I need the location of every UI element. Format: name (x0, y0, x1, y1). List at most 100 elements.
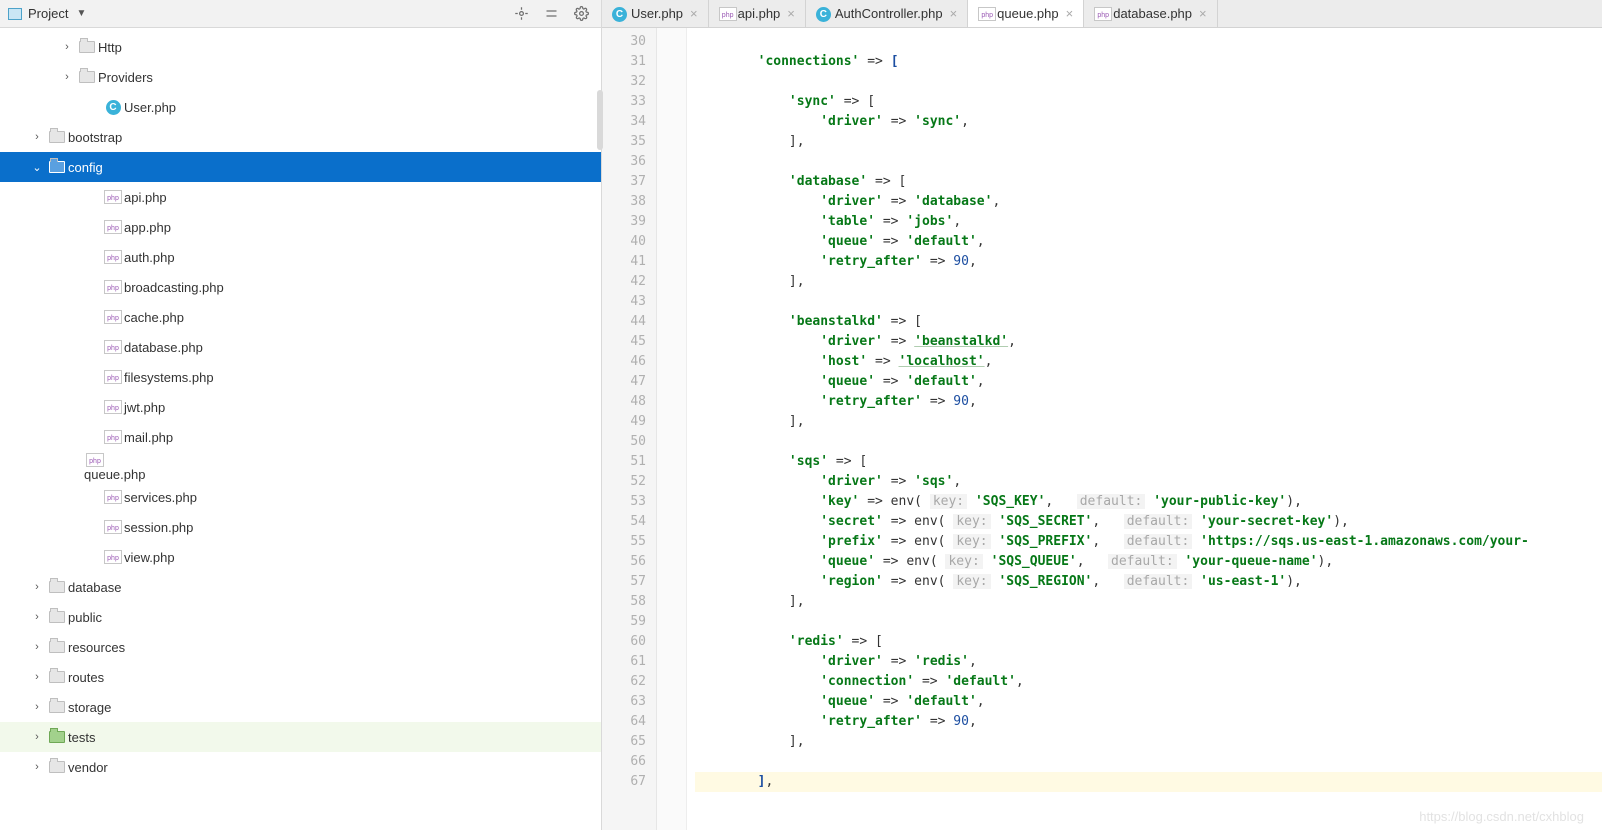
gear-icon[interactable] (569, 6, 593, 21)
code-line-56[interactable]: 'queue' => env( key: 'SQS_QUEUE', defaul… (695, 552, 1602, 572)
editor-tabs: CUser.php×phpapi.php×CAuthController.php… (602, 0, 1602, 28)
folder-icon (46, 611, 68, 623)
tree-item-config[interactable]: ⌄config (0, 152, 601, 182)
code-line-43[interactable] (695, 292, 1602, 312)
fold-gutter (657, 28, 687, 830)
expand-arrow-icon[interactable]: › (28, 731, 46, 743)
collapse-icon[interactable] (539, 6, 563, 21)
code-line-57[interactable]: 'region' => env( key: 'SQS_REGION', defa… (695, 572, 1602, 592)
code-line-32[interactable] (695, 72, 1602, 92)
tree-item-queue-php[interactable]: phpqueue.php (0, 452, 601, 482)
expand-arrow-icon[interactable]: ⌄ (28, 161, 46, 174)
expand-arrow-icon[interactable]: › (28, 671, 46, 683)
php-icon: php (102, 310, 124, 324)
expand-arrow-icon[interactable]: › (58, 41, 76, 53)
expand-arrow-icon[interactable]: › (28, 641, 46, 653)
chevron-down-icon[interactable]: ▼ (76, 8, 86, 19)
expand-arrow-icon[interactable]: › (28, 131, 46, 143)
code-line-45[interactable]: 'driver' => 'beanstalkd', (695, 332, 1602, 352)
tree-item-app-php[interactable]: phpapp.php (0, 212, 601, 242)
close-icon[interactable]: × (1199, 6, 1207, 21)
code-line-48[interactable]: 'retry_after' => 90, (695, 392, 1602, 412)
code-line-64[interactable]: 'retry_after' => 90, (695, 712, 1602, 732)
code-line-42[interactable]: ], (695, 272, 1602, 292)
code-line-41[interactable]: 'retry_after' => 90, (695, 252, 1602, 272)
tree-item-api-php[interactable]: phpapi.php (0, 182, 601, 212)
code-line-62[interactable]: 'connection' => 'default', (695, 672, 1602, 692)
tree-item-session-php[interactable]: phpsession.php (0, 512, 601, 542)
code-line-31[interactable]: 'connections' => [ (695, 52, 1602, 72)
code-line-67[interactable]: ], (695, 772, 1602, 792)
tab-User-php[interactable]: CUser.php× (602, 0, 709, 27)
code-line-33[interactable]: 'sync' => [ (695, 92, 1602, 112)
tree-item-tests[interactable]: ›tests (0, 722, 601, 752)
tree-item-mail-php[interactable]: phpmail.php (0, 422, 601, 452)
tab-AuthController-php[interactable]: CAuthController.php× (806, 0, 968, 27)
tree-item-database[interactable]: ›database (0, 572, 601, 602)
tree-item-routes[interactable]: › routes (0, 662, 601, 692)
php-icon: php (102, 190, 124, 204)
tree-item-auth-php[interactable]: phpauth.php (0, 242, 601, 272)
tree-item-view-php[interactable]: phpview.php (0, 542, 601, 572)
code-line-39[interactable]: 'table' => 'jobs', (695, 212, 1602, 232)
close-icon[interactable]: × (1066, 6, 1074, 21)
close-icon[interactable]: × (950, 6, 958, 21)
code-line-55[interactable]: 'prefix' => env( key: 'SQS_PREFIX', defa… (695, 532, 1602, 552)
tree-item-jwt-php[interactable]: phpjwt.php (0, 392, 601, 422)
code-line-47[interactable]: 'queue' => 'default', (695, 372, 1602, 392)
tree-item-filesystems-php[interactable]: phpfilesystems.php (0, 362, 601, 392)
expand-arrow-icon[interactable]: › (28, 581, 46, 593)
tree-item-User-php[interactable]: CUser.php (0, 92, 601, 122)
tree-item-label: routes (68, 670, 104, 685)
code-editor[interactable]: 'connections' => [ 'sync' => [ 'driver' … (687, 28, 1602, 830)
code-line-34[interactable]: 'driver' => 'sync', (695, 112, 1602, 132)
locate-icon[interactable] (509, 6, 533, 21)
tree-item-label: bootstrap (68, 130, 122, 145)
tree-item-label: auth.php (124, 250, 175, 265)
code-line-44[interactable]: 'beanstalkd' => [ (695, 312, 1602, 332)
tree-item-Http[interactable]: ›Http (0, 32, 601, 62)
code-line-38[interactable]: 'driver' => 'database', (695, 192, 1602, 212)
expand-arrow-icon[interactable]: › (28, 701, 46, 713)
tree-item-Providers[interactable]: ›Providers (0, 62, 601, 92)
code-line-49[interactable]: ], (695, 412, 1602, 432)
code-line-54[interactable]: 'secret' => env( key: 'SQS_SECRET', defa… (695, 512, 1602, 532)
code-line-63[interactable]: 'queue' => 'default', (695, 692, 1602, 712)
code-line-66[interactable] (695, 752, 1602, 772)
close-icon[interactable]: × (787, 6, 795, 21)
tree-item-vendor[interactable]: ›vendor (0, 752, 601, 782)
code-line-35[interactable]: ], (695, 132, 1602, 152)
tab-api-php[interactable]: phpapi.php× (709, 0, 806, 27)
tree-item-public[interactable]: ›public (0, 602, 601, 632)
code-line-58[interactable]: ], (695, 592, 1602, 612)
tree-item-database-php[interactable]: phpdatabase.php (0, 332, 601, 362)
close-icon[interactable]: × (690, 6, 698, 21)
code-line-53[interactable]: 'key' => env( key: 'SQS_KEY', default: '… (695, 492, 1602, 512)
code-line-60[interactable]: 'redis' => [ (695, 632, 1602, 652)
tree-item-broadcasting-php[interactable]: phpbroadcasting.php (0, 272, 601, 302)
expand-arrow-icon[interactable]: › (58, 71, 76, 83)
code-line-37[interactable]: 'database' => [ (695, 172, 1602, 192)
code-line-40[interactable]: 'queue' => 'default', (695, 232, 1602, 252)
code-line-61[interactable]: 'driver' => 'redis', (695, 652, 1602, 672)
expand-arrow-icon[interactable]: › (28, 761, 46, 773)
code-line-52[interactable]: 'driver' => 'sqs', (695, 472, 1602, 492)
tab-queue-php[interactable]: phpqueue.php× (968, 0, 1084, 27)
code-line-65[interactable]: ], (695, 732, 1602, 752)
code-line-50[interactable] (695, 432, 1602, 452)
project-tree[interactable]: ›Http›ProvidersCUser.php › bootstrap ⌄confi… (0, 28, 601, 830)
code-line-59[interactable] (695, 612, 1602, 632)
expand-arrow-icon[interactable]: › (28, 611, 46, 623)
tab-database-php[interactable]: phpdatabase.php× (1084, 0, 1217, 27)
code-line-46[interactable]: 'host' => 'localhost', (695, 352, 1602, 372)
sidebar-title[interactable]: Project (28, 6, 68, 21)
code-line-51[interactable]: 'sqs' => [ (695, 452, 1602, 472)
tree-item-bootstrap[interactable]: › bootstrap (0, 122, 601, 152)
tree-item-storage[interactable]: ›storage (0, 692, 601, 722)
code-line-30[interactable] (695, 32, 1602, 52)
code-line-36[interactable] (695, 152, 1602, 172)
scrollbar-thumb[interactable] (597, 90, 603, 150)
tree-item-resources[interactable]: ›resources (0, 632, 601, 662)
tree-item-cache-php[interactable]: phpcache.php (0, 302, 601, 332)
tree-item-services-php[interactable]: phpservices.php (0, 482, 601, 512)
